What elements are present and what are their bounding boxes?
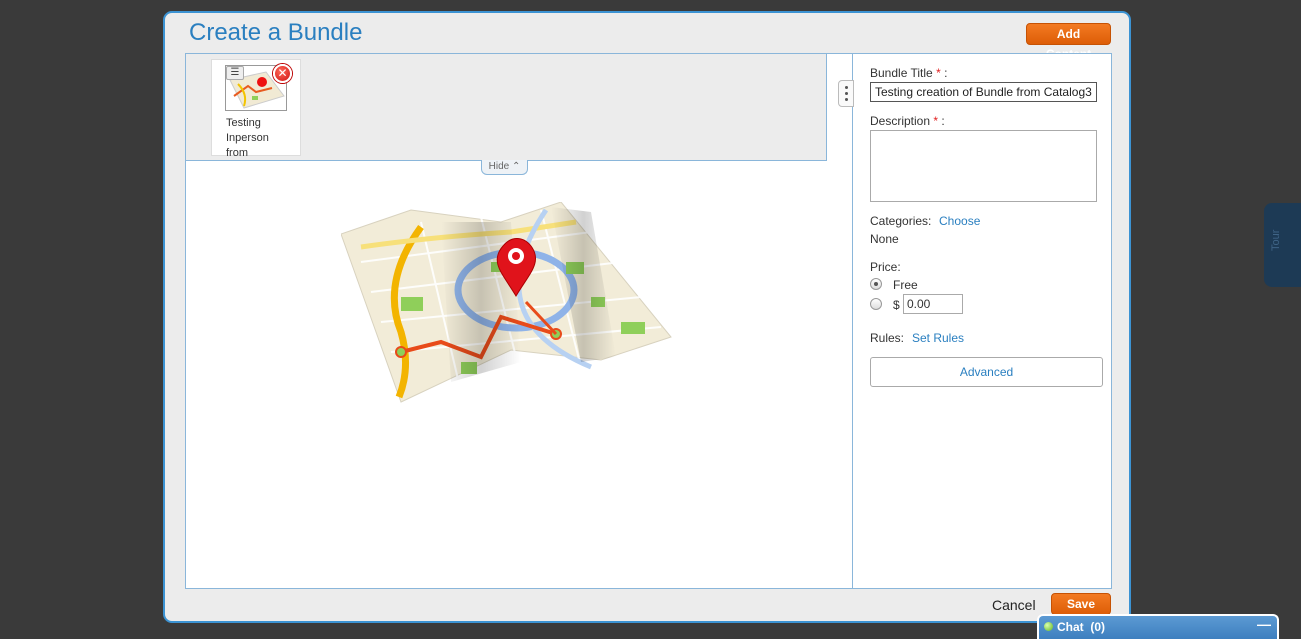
price-currency-symbol: $ [893, 298, 900, 312]
price-free-label: Free [893, 278, 918, 292]
remove-item-icon[interactable]: ✕ [273, 64, 292, 83]
description-textarea[interactable] [870, 130, 1097, 202]
bundle-title-label-text: Bundle Title [870, 66, 933, 80]
label-colon: : [941, 114, 945, 128]
save-button[interactable]: Save [1051, 593, 1111, 615]
categories-label: Categories: [870, 214, 932, 228]
tour-tab[interactable]: Tour [1264, 203, 1301, 287]
online-status-icon [1044, 622, 1053, 631]
categories-value: None [870, 232, 899, 246]
label-colon: : [944, 66, 948, 80]
panel-resize-handle[interactable] [838, 80, 854, 107]
tray-item-label: Testing Inperson from [226, 117, 269, 159]
description-label: Description * : [870, 114, 945, 128]
hide-tray-toggle[interactable]: Hide ⌃ [481, 160, 528, 175]
chat-bar[interactable]: Chat (0) — [1037, 614, 1279, 639]
tray-item-menu-icon[interactable]: ☰ [226, 66, 244, 80]
cancel-button[interactable]: Cancel [992, 597, 1036, 613]
content-tray: ☰ ✕ Testing Inperson from [186, 54, 827, 161]
price-paid-radio[interactable] [870, 298, 882, 310]
rules-label: Rules: [870, 331, 905, 345]
price-free-radio[interactable] [870, 278, 882, 290]
minimize-chat-icon[interactable]: — [1257, 616, 1271, 632]
modal-title: Create a Bundle [189, 19, 363, 46]
price-label: Price: [870, 260, 901, 274]
choose-categories-link[interactable]: Choose [939, 214, 980, 228]
bundle-editor: ☰ ✕ Testing Inperson from Hide ⌃ Bundle … [185, 53, 1112, 589]
tray-item[interactable]: ☰ ✕ Testing Inperson from [211, 59, 301, 159]
bundle-title-input[interactable]: Testing creation of Bundle from Catalog3 [870, 82, 1097, 102]
description-label-text: Description [870, 114, 931, 128]
tour-label: Tour [1270, 229, 1282, 251]
price-amount-input[interactable]: 0.00 [903, 294, 963, 314]
required-mark: * [933, 114, 939, 128]
panel-divider [852, 54, 853, 588]
advanced-button[interactable]: Advanced [870, 357, 1103, 387]
add-content-button[interactable]: Add Content [1026, 23, 1111, 61]
required-mark: * [936, 66, 941, 80]
chat-label: Chat (0) [1057, 620, 1105, 634]
content-preview-map-image [340, 201, 676, 412]
bundle-title-label: Bundle Title * : [870, 66, 947, 80]
set-rules-link[interactable]: Set Rules [912, 331, 964, 345]
create-bundle-modal: Create a Bundle Add Content ☰ ✕ Testing … [163, 11, 1131, 623]
bundle-settings-panel: Bundle Title * : Testing creation of Bun… [870, 54, 1105, 588]
